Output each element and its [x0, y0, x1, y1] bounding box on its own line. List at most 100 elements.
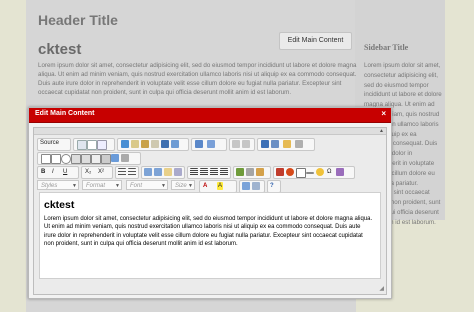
- copy-icon[interactable]: [131, 140, 139, 148]
- list-group: [115, 166, 139, 179]
- indent-group: [141, 166, 185, 179]
- link-icon[interactable]: [236, 168, 244, 176]
- text-color-icon[interactable]: A: [202, 182, 208, 190]
- remove-format-icon[interactable]: [295, 140, 303, 148]
- print-icon[interactable]: [171, 140, 179, 148]
- rich-text-editor: ▲ Source B I U X₂ X² Ω Styles ▼ Format ▼…: [33, 127, 387, 295]
- edit-dialog: Edit Main Content × ▲ Source B I U X₂ X²…: [28, 107, 392, 299]
- align-group: [187, 166, 231, 179]
- spell-group: [191, 138, 227, 151]
- find-group: [257, 138, 315, 151]
- select-field-icon[interactable]: [91, 154, 101, 164]
- undo-icon[interactable]: [232, 140, 240, 148]
- size-dropdown[interactable]: Size ▼: [171, 180, 195, 190]
- clipboard-group: [117, 138, 189, 151]
- horizontal-rule-icon[interactable]: [306, 172, 314, 174]
- unlink-icon[interactable]: [246, 168, 254, 176]
- justify-icon[interactable]: [220, 168, 228, 176]
- align-left-icon[interactable]: [190, 168, 198, 176]
- format-dropdown[interactable]: Format ▼: [82, 180, 122, 190]
- blockquote-icon[interactable]: [164, 168, 172, 176]
- resize-grip-icon[interactable]: ◢: [379, 285, 384, 292]
- chevron-down-icon: ▼: [115, 183, 120, 189]
- button-field-icon[interactable]: [101, 154, 111, 164]
- page-break-icon[interactable]: [336, 168, 344, 176]
- paste-word-icon[interactable]: [161, 140, 169, 148]
- source-group: Source: [37, 138, 71, 151]
- preview-icon[interactable]: [97, 140, 107, 150]
- document-group: [73, 138, 115, 151]
- insert-group: Ω: [273, 166, 355, 179]
- replace-icon[interactable]: [271, 140, 279, 148]
- numbered-list-icon[interactable]: [118, 168, 126, 176]
- content-paragraph[interactable]: Lorem ipsum dolor sit amet, consectetur …: [44, 215, 374, 249]
- dialog-titlebar[interactable]: Edit Main Content ×: [29, 108, 391, 123]
- link-group: [233, 166, 271, 179]
- smiley-icon[interactable]: [316, 168, 324, 176]
- flash-icon[interactable]: [286, 168, 294, 176]
- superscript-button[interactable]: X²: [97, 168, 105, 176]
- special-char-icon[interactable]: Ω: [326, 168, 333, 176]
- page-heading: cktest: [38, 41, 82, 58]
- select-all-icon[interactable]: [283, 140, 291, 148]
- redo-icon[interactable]: [242, 140, 250, 148]
- font-dropdown[interactable]: Font ▼: [126, 180, 168, 190]
- image-button-icon[interactable]: [111, 154, 119, 162]
- maximize-icon[interactable]: [242, 182, 250, 190]
- toolbar-row-2: [37, 152, 383, 165]
- align-right-icon[interactable]: [210, 168, 218, 176]
- toolbar-row-3: B I U X₂ X² Ω: [37, 166, 383, 179]
- scayt-icon[interactable]: [207, 140, 215, 148]
- find-icon[interactable]: [261, 140, 269, 148]
- source-button[interactable]: Source: [40, 139, 59, 148]
- bold-button[interactable]: B: [40, 168, 46, 176]
- cut-icon[interactable]: [121, 140, 129, 148]
- collapse-toolbar-icon[interactable]: ▲: [379, 128, 384, 134]
- subscript-button[interactable]: X₂: [84, 168, 92, 176]
- close-icon[interactable]: ×: [381, 109, 386, 118]
- show-blocks-icon[interactable]: [252, 182, 260, 190]
- bulleted-list-icon[interactable]: [128, 168, 136, 176]
- chevron-down-icon: ▼: [72, 183, 77, 189]
- editor-content-area[interactable]: cktest Lorem ipsum dolor sit amet, conse…: [39, 192, 381, 279]
- size-dropdown-label: Size: [175, 183, 187, 189]
- basic-style-group: B I U: [37, 166, 79, 179]
- form-icon[interactable]: [41, 154, 51, 164]
- div-container-icon[interactable]: [174, 168, 182, 176]
- paste-icon[interactable]: [141, 140, 149, 148]
- toolbar-row-1: Source: [37, 138, 383, 151]
- sidebar-title: Sidebar Title: [364, 43, 409, 52]
- format-dropdown-label: Format: [86, 183, 106, 189]
- paste-text-icon[interactable]: [151, 140, 159, 148]
- form-group: [37, 152, 141, 165]
- new-page-icon[interactable]: [87, 140, 97, 150]
- dialog-title: Edit Main Content: [35, 110, 95, 117]
- textarea-icon[interactable]: [81, 154, 91, 164]
- indent-icon[interactable]: [154, 168, 162, 176]
- underline-button[interactable]: U: [62, 168, 68, 176]
- header-title: Header Title: [38, 12, 118, 28]
- radio-icon[interactable]: [61, 154, 71, 164]
- hidden-field-icon[interactable]: [121, 154, 129, 162]
- checkbox-icon[interactable]: [51, 154, 61, 164]
- textfield-icon[interactable]: [71, 154, 81, 164]
- table-icon[interactable]: [296, 168, 306, 178]
- font-dropdown-label: Font: [130, 183, 143, 189]
- styles-dropdown[interactable]: Styles ▼: [37, 180, 79, 190]
- page-paragraph: Lorem ipsum dolor sit amet, consectetur …: [38, 62, 357, 96]
- image-icon[interactable]: [276, 168, 284, 176]
- anchor-icon[interactable]: [256, 168, 264, 176]
- styles-dropdown-label: Styles: [41, 183, 58, 189]
- editor-top-bar: ▲: [34, 128, 386, 135]
- chevron-down-icon: ▼: [188, 183, 193, 189]
- italic-button[interactable]: I: [51, 168, 55, 176]
- edit-main-content-button[interactable]: Edit Main Content: [279, 32, 352, 50]
- bg-color-icon[interactable]: A: [217, 182, 224, 190]
- chevron-down-icon: ▼: [161, 183, 166, 189]
- spellcheck-icon[interactable]: [195, 140, 203, 148]
- align-center-icon[interactable]: [200, 168, 208, 176]
- content-heading[interactable]: cktest: [44, 199, 74, 211]
- save-icon[interactable]: [77, 140, 87, 150]
- outdent-icon[interactable]: [144, 168, 152, 176]
- help-button[interactable]: ?: [269, 182, 275, 190]
